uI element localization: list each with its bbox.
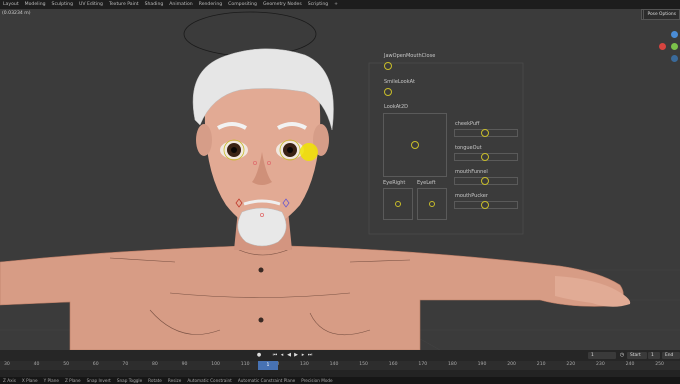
tab-rendering[interactable]: Rendering: [196, 2, 225, 7]
ruler-tick-label: 40: [33, 362, 40, 367]
torso-mesh: [0, 245, 624, 350]
jump-end-icon[interactable]: ⏭: [307, 352, 313, 359]
label-cheek-puff: cheekPuff: [455, 121, 480, 127]
tab-animation[interactable]: Animation: [166, 2, 195, 7]
ruler-tick-label: 150: [359, 362, 368, 367]
ruler-tick-label: 90: [181, 362, 188, 367]
next-keyframe-icon[interactable]: ▸: [300, 352, 306, 359]
play-reverse-icon[interactable]: ◀: [286, 352, 292, 359]
gizmo-z-axis[interactable]: [671, 31, 678, 38]
playback-controls: ● ⏮ ◂ ◀ ▶ ▸ ⏭ 1 ◷ Start 1 End: [0, 350, 680, 361]
gizmo-y-axis[interactable]: [671, 43, 678, 50]
mouth-funnel-control[interactable]: [481, 177, 489, 185]
play-icon[interactable]: ▶: [293, 352, 299, 359]
end-frame-label: End: [662, 352, 680, 359]
start-frame-label: Start: [627, 352, 647, 359]
label-look-at-2d: LookAt2D: [384, 104, 409, 110]
label-eye-right: EyeRight: [383, 180, 406, 186]
ruler-tick-label: 180: [448, 362, 457, 367]
cheek-puff-control[interactable]: [481, 129, 489, 137]
tab-compositing[interactable]: Compositing: [225, 2, 260, 7]
prev-keyframe-icon[interactable]: ◂: [279, 352, 285, 359]
ruler-tick-label: 190: [477, 362, 487, 367]
status-hint: Automatic Constraint Plane: [237, 378, 296, 383]
label-mouth-pucker: mouthPucker: [455, 193, 488, 199]
mouth-pucker-control[interactable]: [481, 201, 489, 209]
ruler-tick-label: 130: [300, 362, 309, 367]
status-hint: Snap Toggle: [116, 378, 143, 383]
label-mouth-funnel: mouthFunnel: [455, 169, 488, 175]
jaw-mouth-close-control[interactable]: [384, 62, 392, 70]
status-hint: Automatic Constraint: [187, 378, 232, 383]
status-hint: Resize: [167, 378, 182, 383]
ruler-tick-label: 210: [536, 362, 546, 367]
current-frame-field[interactable]: 1: [588, 352, 616, 359]
ruler-tick-label: 220: [566, 362, 576, 367]
gizmo-x-axis[interactable]: [659, 43, 666, 50]
status-hint: Snap Invert: [86, 378, 111, 383]
ruler-tick-label: 60: [92, 362, 99, 367]
playhead[interactable]: 1: [258, 361, 278, 370]
eye-left-control[interactable]: [429, 201, 435, 207]
pose-options-button[interactable]: Pose Options: [643, 9, 680, 20]
character-model[interactable]: [0, 9, 680, 350]
label-smile-look-at: SmileLookAt: [384, 79, 415, 85]
status-bar: Z Axis X Plane Y Plane Z Plane Snap Invert Sn…: [0, 377, 680, 384]
ruler-tick-label: 140: [329, 362, 339, 367]
label-jaw-mouth-close: JawOpenMouthClose: [384, 53, 436, 59]
tab-scripting[interactable]: Scripting: [305, 2, 331, 7]
ruler-tick-label: 110: [240, 362, 250, 367]
jump-start-icon[interactable]: ⏮: [272, 352, 278, 359]
ruler-tick-label: 200: [507, 362, 516, 367]
ruler-tick-label: 70: [122, 362, 129, 367]
label-eye-left: EyeLeft: [417, 180, 436, 186]
status-hint: X Plane: [21, 378, 38, 383]
ruler-tick-label: 80: [152, 362, 158, 367]
ruler-tick-label: 30: [4, 362, 10, 367]
start-frame-field[interactable]: 1: [648, 352, 660, 359]
eye-right-control[interactable]: [395, 201, 401, 207]
ruler-tick-label: 230: [596, 362, 605, 367]
status-hint: Rotate: [148, 378, 162, 383]
gizmo-neg-z-axis[interactable]: [671, 55, 678, 62]
cursor-highlight: [300, 143, 318, 161]
status-hint: Precision Mode: [301, 378, 333, 383]
ruler-tick-label: 240: [625, 362, 635, 367]
tongue-out-control[interactable]: [481, 153, 489, 161]
tab-texture-paint[interactable]: Texture Paint: [106, 2, 142, 7]
tab-layout[interactable]: Layout: [0, 2, 22, 7]
status-hint: Y Plane: [43, 378, 59, 383]
head-control-ring[interactable]: [183, 11, 317, 57]
label-tongue-out: tongueOut: [455, 145, 482, 151]
ruler-tick-label: 160: [388, 362, 398, 367]
ruler-tick-label: 170: [418, 362, 428, 367]
status-hint: Z Plane: [64, 378, 81, 383]
chest-button-2: [258, 317, 264, 323]
look-at-2d-control[interactable]: [411, 141, 419, 149]
ruler-tick-label: 50: [63, 362, 70, 367]
status-hint: Z Axis: [3, 378, 16, 383]
tab-geometry-nodes[interactable]: Geometry Nodes: [260, 2, 305, 7]
ruler-tick-label: 100: [211, 362, 220, 367]
record-icon[interactable]: ●: [256, 352, 262, 359]
chest-button-1: [258, 267, 264, 273]
frame-ruler[interactable]: 3040506070809010011012013014015016017018…: [0, 361, 680, 370]
tab-uv-editing[interactable]: UV Editing: [76, 2, 106, 7]
smile-look-at-control[interactable]: [384, 88, 392, 96]
clock-icon[interactable]: ◷: [619, 352, 625, 359]
right-pupil: [287, 147, 293, 153]
ruler-tick-label: 250: [655, 362, 664, 367]
workspace-tab-bar: Layout Modeling Sculpting UV Editing Tex…: [0, 0, 680, 9]
tab-sculpting[interactable]: Sculpting: [49, 2, 76, 7]
tab-modeling[interactable]: Modeling: [22, 2, 49, 7]
add-workspace-button[interactable]: +: [331, 2, 341, 7]
left-ear: [196, 124, 212, 156]
tab-shading[interactable]: Shading: [142, 2, 167, 7]
left-pupil: [231, 147, 237, 153]
